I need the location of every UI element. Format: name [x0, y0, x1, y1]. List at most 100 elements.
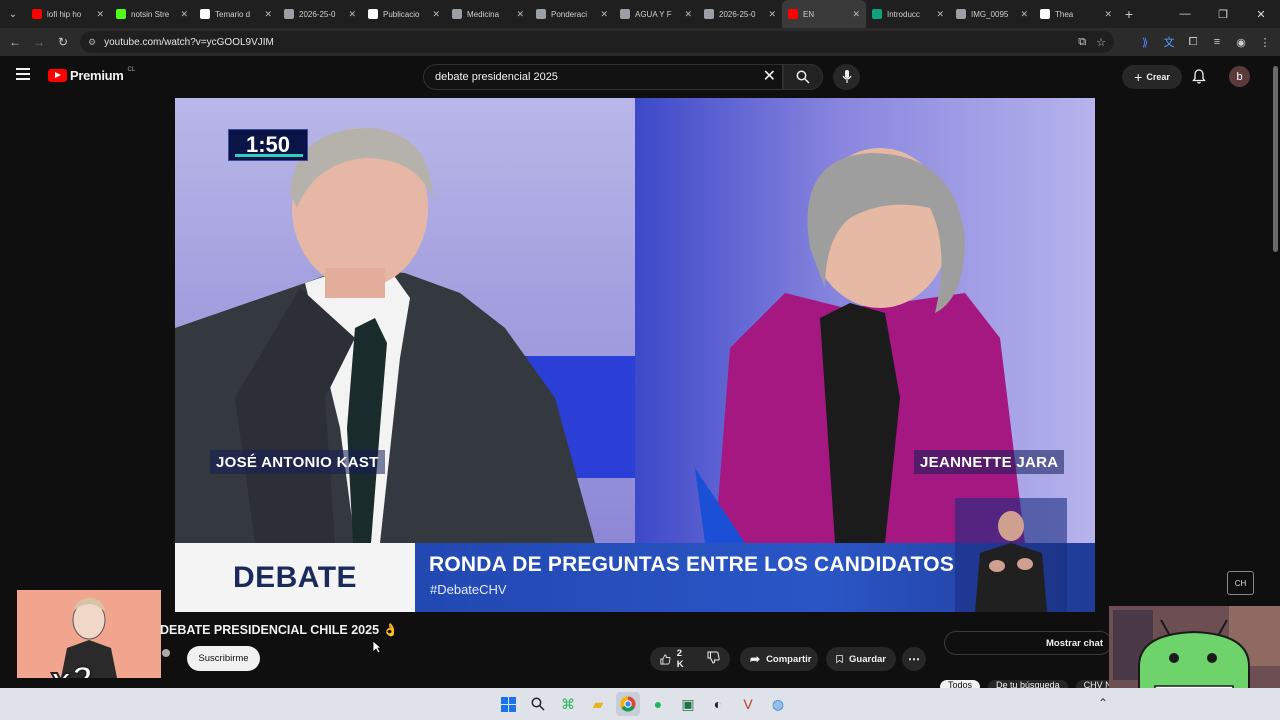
- notifications-bell-icon[interactable]: [1192, 69, 1206, 89]
- browser-toolbar: ← → ↻ ⚙ youtube.com/watch?v=ycGOOL9VJIM …: [0, 28, 1280, 56]
- translate-icon[interactable]: 文: [1162, 34, 1176, 50]
- spotify-icon[interactable]: ●: [646, 692, 670, 716]
- clear-search-icon[interactable]: ✕: [763, 68, 776, 86]
- browser-tab[interactable]: Introducc ✕: [866, 0, 950, 28]
- reload-icon[interactable]: ↻: [51, 28, 75, 56]
- thumbs-up-icon: [660, 654, 671, 664]
- bookmark-star-icon[interactable]: ☆: [1096, 36, 1106, 49]
- voice-search-button[interactable]: [833, 64, 860, 90]
- debate-logo: DEBATE: [175, 543, 415, 612]
- tab-close-icon[interactable]: ✕: [1020, 9, 1028, 20]
- browser-tab[interactable]: 2026-25-0 ✕: [278, 0, 362, 28]
- create-button[interactable]: + Crear: [1122, 65, 1182, 89]
- windows-start-icon[interactable]: [496, 692, 520, 716]
- site-info-icon[interactable]: ⚙: [88, 37, 96, 48]
- tab-close-icon[interactable]: ✕: [96, 9, 104, 20]
- tab-favicon-icon: [200, 9, 210, 19]
- save-button[interactable]: Guardar: [826, 647, 896, 671]
- video-player[interactable]: 1:50 JOSÉ ANTONIO KAST JEANNETTE JARA DE…: [175, 98, 1095, 612]
- browser-tab[interactable]: AGUA Y F ✕: [614, 0, 698, 28]
- search-input[interactable]: debate presidencial 2025 ✕: [423, 64, 783, 90]
- hamburger-menu-icon[interactable]: [16, 68, 30, 80]
- scrollbar-thumb[interactable]: [1273, 66, 1278, 252]
- address-bar[interactable]: ⚙ youtube.com/watch?v=ycGOOL9VJIM ⧉ ☆: [80, 31, 1114, 53]
- browser-tab[interactable]: notsin Stre ✕: [110, 0, 194, 28]
- bookmark-icon: [836, 655, 843, 664]
- tab-close-icon[interactable]: ✕: [1104, 9, 1112, 20]
- youtube-logo[interactable]: Premium CL: [48, 67, 135, 83]
- tab-favicon-icon: [536, 9, 546, 19]
- github-icon[interactable]: ◐: [706, 692, 730, 716]
- search-icon: [796, 70, 810, 84]
- tab-title: Publicacio: [383, 9, 420, 19]
- profile-icon[interactable]: ◉: [1234, 36, 1248, 49]
- tab-favicon-icon: [872, 9, 882, 19]
- streamer-avatar-overlay: x2: [17, 590, 161, 678]
- tab-close-icon[interactable]: ✕: [348, 9, 356, 20]
- browser-tab[interactable]: lofi hip ho ✕: [26, 0, 110, 28]
- share-button[interactable]: ➦ Compartir: [740, 647, 818, 671]
- avatar[interactable]: b: [1229, 66, 1250, 87]
- tab-close-icon[interactable]: ✕: [516, 9, 524, 20]
- restore-icon[interactable]: ❐: [1204, 0, 1242, 28]
- media-control-icon[interactable]: ≡: [1210, 36, 1224, 48]
- browser-tab[interactable]: 2026-25-0 ✕: [698, 0, 782, 28]
- file-explorer-icon[interactable]: ▰: [586, 692, 610, 716]
- tab-close-icon[interactable]: ✕: [852, 9, 860, 20]
- new-tab-button[interactable]: +: [1118, 6, 1140, 22]
- windows-taskbar: ⌘ ▰ ● ▣ ◐ V ◍ ⌃: [0, 688, 1280, 720]
- like-dislike-group: 2 K: [650, 647, 730, 671]
- minimize-icon[interactable]: —: [1166, 0, 1204, 28]
- close-window-icon[interactable]: ✕: [1242, 0, 1280, 28]
- browser-tab[interactable]: Publicacio ✕: [362, 0, 446, 28]
- verified-icon: [162, 649, 170, 657]
- tab-favicon-icon: [116, 9, 126, 19]
- tab-favicon-icon: [704, 9, 714, 19]
- more-actions-icon[interactable]: ⋯: [902, 647, 926, 671]
- taskbar-apps: ⌘ ▰ ● ▣ ◐ V ◍: [496, 692, 790, 716]
- tab-favicon-icon: [788, 9, 798, 19]
- sign-language-interpreter: [955, 498, 1067, 612]
- tab-close-icon[interactable]: ✕: [600, 9, 608, 20]
- tab-favicon-icon: [368, 9, 378, 19]
- browser-tab[interactable]: Ponderaci ✕: [530, 0, 614, 28]
- forward-icon[interactable]: →: [27, 28, 51, 56]
- tab-title: EN: [803, 9, 815, 19]
- install-app-icon[interactable]: ⧉: [1078, 36, 1086, 49]
- valorant-icon[interactable]: V: [736, 692, 760, 716]
- tab-close-icon[interactable]: ✕: [684, 9, 692, 20]
- browser-tab[interactable]: Thea ✕: [1034, 0, 1118, 28]
- browser-tab[interactable]: Medicina ✕: [446, 0, 530, 28]
- video-title: DEBATE PRESIDENCIAL CHILE 2025 👌: [160, 623, 399, 637]
- left-speaker-figure: [175, 128, 595, 543]
- game-app-icon[interactable]: ⌘: [556, 692, 580, 716]
- tab-close-icon[interactable]: ✕: [768, 9, 776, 20]
- excel-icon[interactable]: ▣: [676, 692, 700, 716]
- tab-close-icon[interactable]: ✕: [936, 9, 944, 20]
- browser-tab[interactable]: IMG_0095 ✕: [950, 0, 1034, 28]
- network-app-icon[interactable]: ◍: [766, 692, 790, 716]
- tab-title: lofi hip ho: [47, 9, 82, 19]
- subscribe-button[interactable]: Suscribirme: [187, 646, 260, 671]
- browser-tab[interactable]: Temario d ✕: [194, 0, 278, 28]
- puzzle-icon[interactable]: ⧠: [1186, 36, 1200, 49]
- tray-overflow-icon[interactable]: ⌃: [1098, 696, 1108, 710]
- like-button[interactable]: 2 K: [660, 648, 689, 670]
- dislike-button[interactable]: [707, 651, 720, 667]
- tab-close-icon[interactable]: ✕: [180, 9, 188, 20]
- tab-close-icon[interactable]: ✕: [432, 9, 440, 20]
- menu-dots-icon[interactable]: ⋮: [1258, 36, 1272, 49]
- extension-icon[interactable]: ⟫: [1138, 36, 1152, 49]
- search-button[interactable]: [783, 64, 823, 90]
- page-scrollbar[interactable]: [1271, 56, 1280, 688]
- tab-favicon-icon: [32, 9, 42, 19]
- browser-tab[interactable]: EN ✕: [782, 0, 866, 28]
- tab-title: AGUA Y F: [635, 9, 672, 19]
- chrome-icon[interactable]: [616, 692, 640, 716]
- tab-search-icon[interactable]: ⌄: [0, 0, 26, 28]
- like-count: 2 K: [676, 648, 684, 670]
- show-chat-button[interactable]: Mostrar chat: [944, 631, 1112, 655]
- tab-close-icon[interactable]: ✕: [264, 9, 272, 20]
- taskbar-search-icon[interactable]: [526, 692, 550, 716]
- back-icon[interactable]: ←: [3, 28, 27, 56]
